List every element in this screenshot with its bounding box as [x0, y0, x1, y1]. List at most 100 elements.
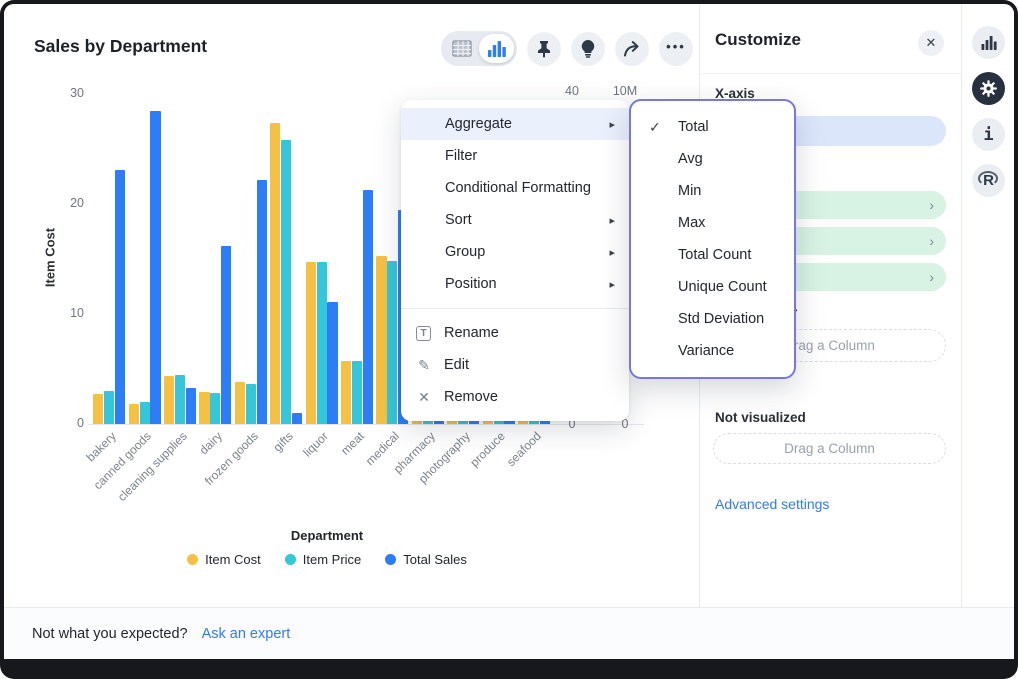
bar-total-sales[interactable]: [363, 190, 373, 424]
bar-item-cost[interactable]: [129, 404, 139, 424]
chevron-right-icon: ›: [929, 197, 934, 213]
submenu-chevron-icon: ▸: [609, 118, 615, 131]
footer-question: Not what you expected?: [32, 626, 188, 642]
menu-item-label: Conditional Formatting: [445, 180, 591, 196]
close-icon: ✕: [926, 35, 937, 51]
bar-item-price[interactable]: [175, 375, 185, 424]
bar-item-price[interactable]: [246, 384, 256, 424]
submenu-item-label: Std Deviation: [678, 311, 764, 327]
submenu-item-unique-count[interactable]: Unique Count: [631, 271, 794, 303]
legend-label: Item Cost: [205, 552, 261, 567]
menu-item-label: Edit: [444, 357, 469, 373]
menu-item-label: Sort: [445, 212, 472, 228]
close-panel-button[interactable]: ✕: [918, 30, 944, 56]
menu-item-rename[interactable]: TRename: [401, 317, 629, 349]
rename-icon: T: [416, 326, 431, 341]
menu-item-label: Remove: [444, 389, 498, 405]
right2-axis-top-tick: 10M: [603, 84, 647, 98]
bar-item-price[interactable]: [140, 402, 150, 424]
right-icon-rail: i R: [963, 4, 1014, 607]
bar-item-price[interactable]: [387, 261, 397, 424]
x-icon: ✕: [415, 389, 433, 406]
bar-total-sales[interactable]: [150, 111, 160, 425]
menu-item-aggregate[interactable]: Aggregate ▸: [401, 108, 629, 140]
rail-chart-button[interactable]: [972, 26, 1005, 59]
bar-total-sales[interactable]: [327, 302, 337, 424]
menu-item-conditional-formatting[interactable]: Conditional Formatting: [401, 172, 629, 204]
menu-item-label: Filter: [445, 148, 477, 164]
menu-item-edit[interactable]: ✎ Edit: [401, 349, 629, 381]
bar-item-price[interactable]: [317, 262, 327, 424]
footer-bar: Not what you expected? Ask an expert: [4, 607, 1014, 659]
bar-total-sales[interactable]: [257, 180, 267, 424]
chevron-right-icon: ›: [929, 269, 934, 285]
chevron-right-icon: ›: [929, 233, 934, 249]
panel-divider: [700, 73, 961, 74]
bar-item-cost[interactable]: [199, 392, 209, 424]
menu-item-sort[interactable]: Sort▸: [401, 204, 629, 236]
submenu-item-label: Total Count: [678, 247, 751, 263]
legend-label: Total Sales: [403, 552, 467, 567]
y-axis-title: Item Cost: [43, 198, 58, 318]
submenu-item-label: Max: [678, 215, 705, 231]
menu-item-label: Group: [445, 244, 485, 260]
bar-item-cost[interactable]: [235, 382, 245, 424]
rail-settings-button[interactable]: [972, 72, 1005, 105]
bar-total-sales[interactable]: [186, 388, 196, 424]
legend-dot: [385, 554, 396, 565]
ask-an-expert-link[interactable]: Ask an expert: [202, 626, 291, 642]
submenu-item-label: Unique Count: [678, 279, 767, 295]
not-visualized-label: Not visualized: [715, 410, 806, 425]
right1-axis-top-tick: 40: [550, 84, 594, 98]
menu-item-label: Aggregate: [445, 116, 512, 132]
menu-divider: [401, 308, 629, 309]
chart-icon: [981, 36, 997, 50]
bar-item-cost[interactable]: [341, 361, 351, 424]
legend-item-total-sales: Total Sales: [385, 552, 467, 567]
panel-title: Customize: [715, 30, 801, 50]
bar-total-sales[interactable]: [115, 170, 125, 424]
rail-info-button[interactable]: i: [972, 118, 1005, 151]
advanced-settings-link[interactable]: Advanced settings: [715, 496, 829, 512]
bar-item-price[interactable]: [352, 361, 362, 424]
submenu-item-min[interactable]: Min: [631, 175, 794, 207]
checkmark-icon: ✓: [649, 119, 661, 136]
y-axis-tick: 0: [38, 416, 84, 430]
legend-dot: [285, 554, 296, 565]
submenu-item-avg[interactable]: Avg: [631, 143, 794, 175]
menu-item-remove[interactable]: ✕ Remove: [401, 381, 629, 413]
submenu-item-total-count[interactable]: Total Count: [631, 239, 794, 271]
legend-label: Item Price: [303, 552, 362, 567]
submenu-item-max[interactable]: Max: [631, 207, 794, 239]
bar-item-cost[interactable]: [93, 394, 103, 424]
rail-r-button[interactable]: R: [972, 164, 1005, 197]
bar-item-price[interactable]: [281, 140, 291, 424]
bar-item-cost[interactable]: [376, 256, 386, 424]
submenu-item-total[interactable]: ✓Total: [631, 111, 794, 143]
submenu-chevron-icon: ▸: [609, 246, 615, 259]
color-dropzone-placeholder: Drag a Column: [784, 338, 875, 353]
menu-item-filter[interactable]: Filter: [401, 140, 629, 172]
bar-item-cost[interactable]: [270, 123, 280, 424]
menu-item-position[interactable]: Position▸: [401, 268, 629, 300]
not-visualized-dropzone[interactable]: Drag a Column: [713, 433, 946, 464]
chart-legend: Item Cost Item Price Total Sales: [92, 552, 562, 567]
gear-icon: [979, 79, 998, 98]
bar-item-price[interactable]: [104, 391, 114, 424]
legend-dot: [187, 554, 198, 565]
bar-item-cost[interactable]: [164, 376, 174, 424]
bar-item-cost[interactable]: [306, 262, 316, 424]
submenu-item-label: Variance: [678, 343, 734, 359]
bar-total-sales[interactable]: [292, 413, 302, 424]
x-axis-title: Department: [92, 528, 562, 543]
bar-item-price[interactable]: [210, 393, 220, 424]
aggregate-submenu: ✓TotalAvgMin Max Total Count Unique Count St…: [629, 99, 796, 379]
submenu-item-variance[interactable]: Variance: [631, 335, 794, 367]
not-visualized-placeholder: Drag a Column: [784, 441, 875, 456]
r-logo-icon: R: [983, 172, 994, 189]
legend-item-item-price: Item Price: [285, 552, 362, 567]
menu-item-group[interactable]: Group ▸: [401, 236, 629, 268]
pencil-icon: ✎: [415, 357, 433, 374]
bar-total-sales[interactable]: [221, 246, 231, 424]
submenu-item-std-deviation[interactable]: Std Deviation: [631, 303, 794, 335]
